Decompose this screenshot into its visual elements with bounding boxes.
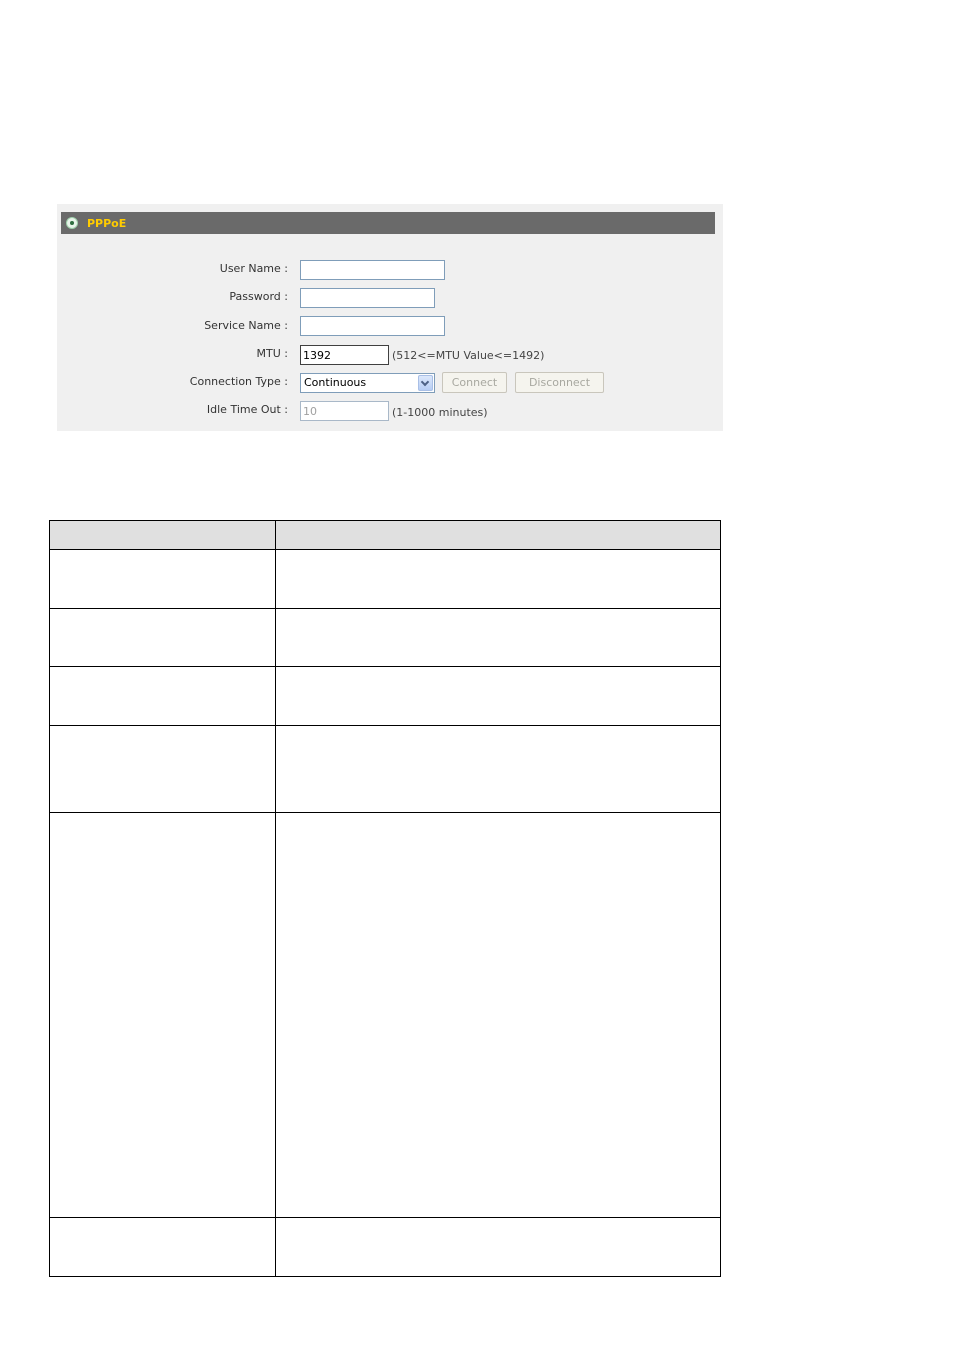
idle-time-out-input[interactable] (300, 401, 389, 421)
table-row (49, 812, 721, 1218)
panel-title: PPPoE (87, 216, 127, 230)
mtu-hint: (512<=MTU Value<=1492) (392, 349, 545, 362)
disconnect-button[interactable]: Disconnect (515, 372, 604, 393)
pppoe-panel: PPPoE User Name : Password : Service Nam… (57, 204, 723, 431)
description-table (49, 520, 721, 1277)
table-cell (275, 608, 721, 667)
table-cell (275, 666, 721, 726)
mtu-input[interactable] (300, 345, 389, 365)
table-cell (49, 812, 276, 1218)
connection-type-value: Continuous (304, 376, 367, 389)
table-cell (49, 608, 276, 667)
panel-header: PPPoE (61, 212, 715, 234)
table-row (49, 666, 721, 726)
table-cell (275, 725, 721, 813)
table-cell (275, 812, 721, 1218)
service-name-input[interactable] (300, 316, 445, 336)
table-cell (275, 1217, 721, 1277)
user-name-label: User Name : (219, 262, 288, 275)
connection-type-select[interactable]: Continuous (300, 373, 435, 393)
mtu-label: MTU : (256, 347, 288, 360)
idle-time-out-label: Idle Time Out : (206, 403, 288, 416)
table-header-row (49, 520, 721, 550)
password-label: Password : (229, 290, 288, 303)
table-row (49, 1217, 721, 1277)
service-name-label: Service Name : (204, 319, 288, 332)
table-cell (49, 666, 276, 726)
table-header-cell (49, 520, 276, 550)
table-row (49, 608, 721, 667)
table-row (49, 725, 721, 813)
table-cell (49, 725, 276, 813)
chevron-down-icon[interactable] (418, 375, 433, 391)
connect-button[interactable]: Connect (442, 372, 507, 393)
table-header-cell (275, 520, 721, 550)
user-name-input[interactable] (300, 260, 445, 280)
table-cell (49, 549, 276, 609)
settings-circle-icon (66, 217, 78, 229)
table-row (49, 549, 721, 609)
password-input[interactable] (300, 288, 435, 308)
idle-time-out-hint: (1-1000 minutes) (392, 406, 488, 419)
table-cell (275, 549, 721, 609)
table-cell (49, 1217, 276, 1277)
connection-type-label: Connection Type : (189, 375, 288, 388)
